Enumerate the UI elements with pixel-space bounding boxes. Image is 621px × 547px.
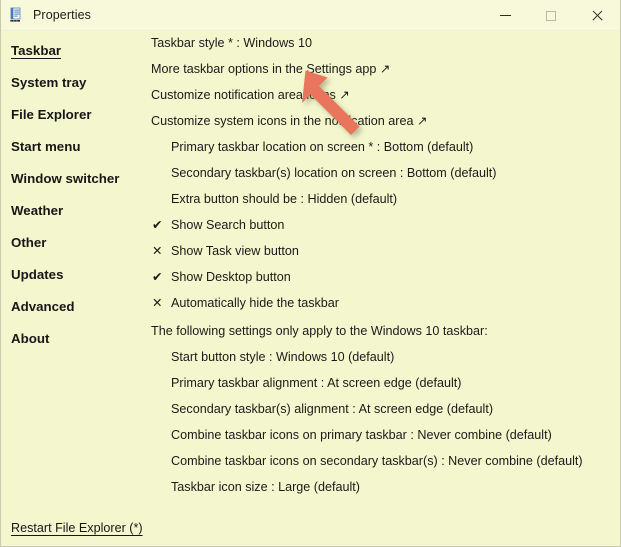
minimize-button[interactable] (482, 0, 528, 31)
cross-icon-auto-hide-taskbar: ✕ (152, 296, 163, 310)
link-customize-notification-icons[interactable]: Customize notification area icons ↗ (151, 87, 350, 103)
setting-combine-primary-taskbar[interactable]: Combine taskbar icons on primary taskbar… (171, 427, 552, 443)
check-icon-show-desktop-button: ✔ (152, 270, 163, 284)
settings-panel: Taskbar style * : Windows 10 More taskba… (147, 31, 620, 546)
sidebar-item-file-explorer[interactable]: File Explorer (11, 107, 92, 122)
properties-icon (9, 7, 25, 23)
section-note: The following settings only apply to the… (151, 324, 488, 338)
check-icon-show-search-button: ✔ (152, 218, 163, 232)
sidebar-item-weather[interactable]: Weather (11, 203, 63, 218)
window-controls (482, 0, 620, 31)
sidebar-item-taskbar[interactable]: Taskbar (11, 43, 61, 58)
setting-start-button-style[interactable]: Start button style : Windows 10 (default… (171, 349, 394, 365)
close-button[interactable] (574, 0, 620, 31)
link-more-taskbar-options[interactable]: More taskbar options in the Settings app… (151, 61, 390, 77)
close-icon (591, 10, 603, 22)
setting-primary-taskbar-alignment[interactable]: Primary taskbar alignment : At screen ed… (171, 375, 462, 391)
setting-auto-hide-taskbar[interactable]: Automatically hide the taskbar (171, 295, 339, 311)
setting-taskbar-icon-size[interactable]: Taskbar icon size : Large (default) (171, 479, 360, 495)
maximize-button[interactable] (528, 0, 574, 31)
sidebar-item-system-tray[interactable]: System tray (11, 75, 86, 90)
sidebar-item-advanced[interactable]: Advanced (11, 299, 75, 314)
setting-show-task-view-button[interactable]: Show Task view button (171, 243, 299, 259)
sidebar-item-updates[interactable]: Updates (11, 267, 63, 282)
properties-window: Properties Taskbar System tray File Expl… (0, 0, 621, 547)
setting-extra-button[interactable]: Extra button should be : Hidden (default… (171, 191, 397, 207)
setting-secondary-taskbar-alignment[interactable]: Secondary taskbar(s) alignment : At scre… (171, 401, 493, 417)
setting-combine-secondary-taskbar[interactable]: Combine taskbar icons on secondary taskb… (171, 453, 583, 469)
maximize-icon (546, 10, 556, 21)
sidebar-item-start-menu[interactable]: Start menu (11, 139, 80, 154)
title-bar: Properties (1, 0, 620, 31)
cross-icon-show-task-view-button: ✕ (152, 244, 163, 258)
sidebar-item-window-switcher[interactable]: Window switcher (11, 171, 119, 186)
setting-primary-taskbar-location[interactable]: Primary taskbar location on screen * : B… (171, 139, 473, 155)
link-customize-system-icons[interactable]: Customize system icons in the notificati… (151, 113, 428, 129)
restart-file-explorer-link[interactable]: Restart File Explorer (*) (11, 521, 143, 535)
window-content: Taskbar System tray File Explorer Start … (1, 31, 620, 546)
setting-show-desktop-button[interactable]: Show Desktop button (171, 269, 291, 285)
setting-taskbar-style[interactable]: Taskbar style * : Windows 10 (151, 35, 312, 51)
setting-show-search-button[interactable]: Show Search button (171, 217, 284, 233)
window-title: Properties (33, 8, 91, 22)
sidebar-nav: Taskbar System tray File Explorer Start … (1, 31, 147, 546)
sidebar-item-other[interactable]: Other (11, 235, 46, 250)
sidebar-item-about[interactable]: About (11, 331, 49, 346)
minimize-icon (499, 15, 511, 16)
setting-secondary-taskbar-location[interactable]: Secondary taskbar(s) location on screen … (171, 165, 497, 181)
